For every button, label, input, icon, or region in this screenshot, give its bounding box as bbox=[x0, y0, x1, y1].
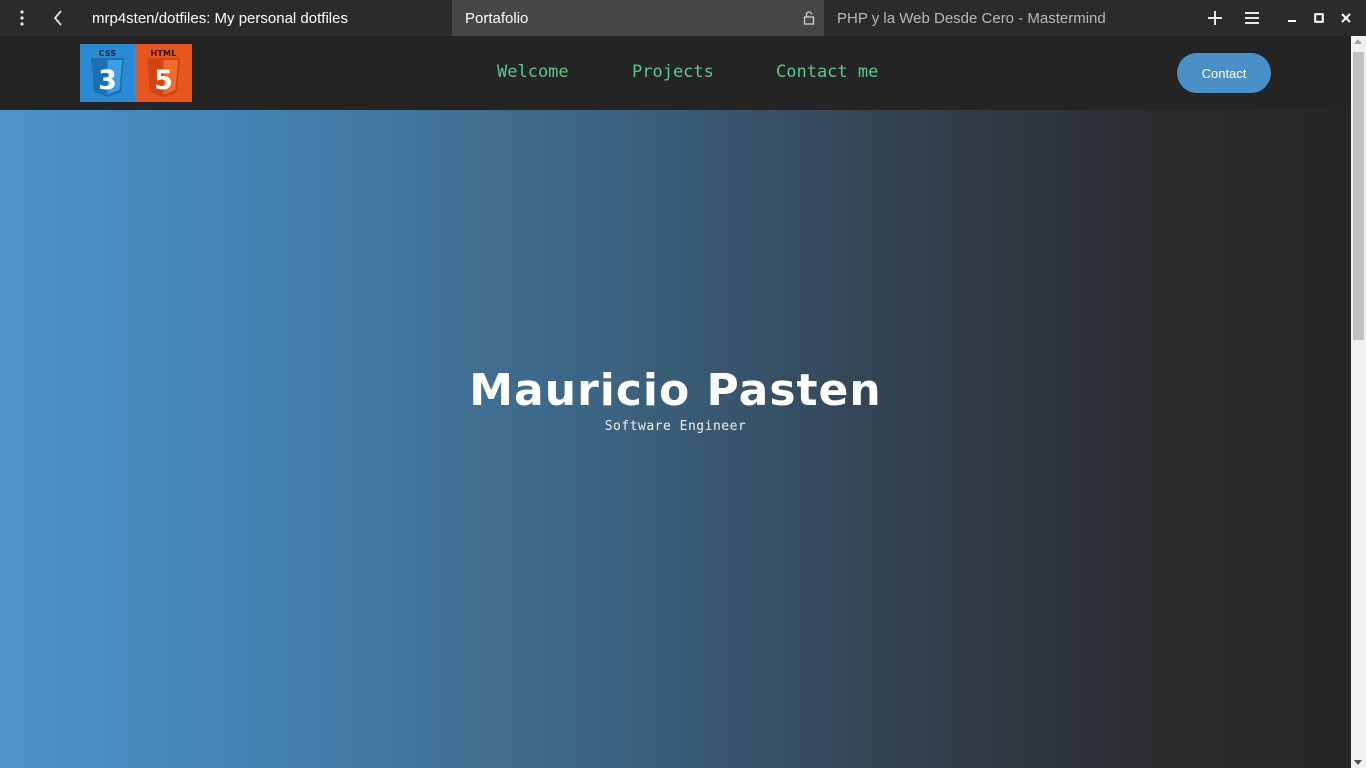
scroll-down-arrow-icon[interactable] bbox=[1354, 760, 1362, 765]
html5-logo-icon: HTML 5 bbox=[135, 44, 192, 102]
nav-link-welcome[interactable]: Welcome bbox=[497, 62, 569, 82]
nav-link-contact-me[interactable]: Contact me bbox=[776, 62, 878, 82]
css-digit: 3 bbox=[98, 65, 117, 96]
page-viewport: CSS 3 HTML 5 Welcome Projects Contact me bbox=[0, 36, 1351, 768]
lock-icon[interactable] bbox=[803, 11, 815, 25]
site-logo[interactable]: CSS 3 HTML 5 bbox=[80, 44, 192, 102]
plus-icon[interactable] bbox=[1201, 0, 1229, 36]
html-digit: 5 bbox=[154, 65, 173, 96]
scrollbar-thumb[interactable] bbox=[1353, 52, 1364, 340]
scroll-up-arrow-icon[interactable] bbox=[1354, 39, 1362, 44]
maximize-icon[interactable] bbox=[1307, 0, 1331, 36]
minimize-icon[interactable] bbox=[1280, 0, 1304, 36]
tab-php-web[interactable]: PHP y la Web Desde Cero - Mastermind bbox=[824, 0, 1194, 36]
nav-link-projects[interactable]: Projects bbox=[632, 62, 714, 82]
site-header: CSS 3 HTML 5 Welcome Projects Contact me bbox=[0, 36, 1351, 110]
contact-button[interactable]: Contact bbox=[1177, 53, 1271, 93]
hamburger-icon[interactable] bbox=[1238, 0, 1266, 36]
back-arrow-icon[interactable] bbox=[44, 0, 72, 36]
browser-titlebar: mrp4sten/dotfiles: My personal dotfiles … bbox=[0, 0, 1366, 36]
vertical-scrollbar[interactable] bbox=[1351, 36, 1366, 768]
css3-logo-icon: CSS 3 bbox=[80, 44, 135, 102]
hero-title: Mauricio Pasten bbox=[469, 365, 882, 416]
tab-title: PHP y la Web Desde Cero - Mastermind bbox=[837, 9, 1106, 27]
tab-dotfiles[interactable]: mrp4sten/dotfiles: My personal dotfiles bbox=[78, 0, 450, 36]
tab-portafolio[interactable]: Portafolio bbox=[452, 0, 824, 36]
tab-title: Portafolio bbox=[465, 9, 529, 27]
tab-title: mrp4sten/dotfiles: My personal dotfiles bbox=[92, 9, 348, 27]
vertical-dots-icon[interactable] bbox=[8, 0, 36, 36]
hero-section: Mauricio Pasten Software Engineer bbox=[0, 110, 1351, 768]
close-icon[interactable] bbox=[1334, 0, 1358, 36]
hero-subtitle: Software Engineer bbox=[604, 419, 747, 434]
